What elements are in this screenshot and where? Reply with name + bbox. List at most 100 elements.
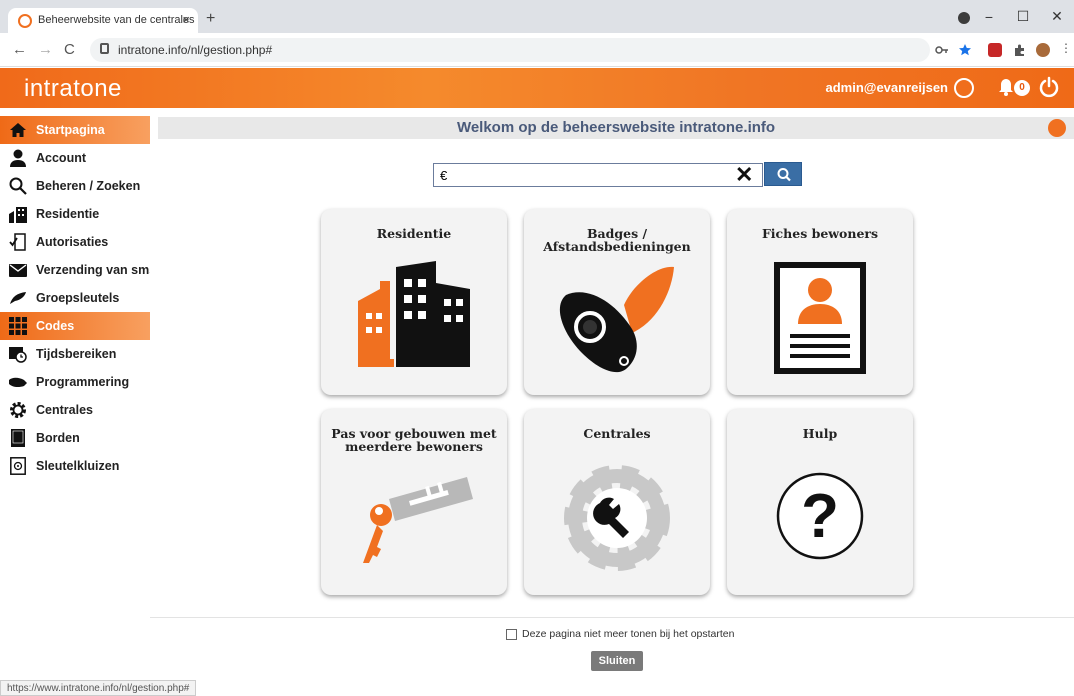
key-icon[interactable] bbox=[935, 43, 949, 57]
sidebar-item-autorisaties[interactable]: Autorisaties bbox=[0, 228, 150, 256]
sidebar-item-tijdsbereiken[interactable]: Tijdsbereiken bbox=[0, 340, 150, 368]
profile-icon[interactable] bbox=[958, 12, 970, 24]
help-face-icon[interactable] bbox=[1048, 119, 1066, 137]
sidebar-item-label: Startpagina bbox=[36, 123, 105, 137]
central-gear-icon bbox=[564, 465, 670, 571]
sidebar-item-label: Residentie bbox=[36, 207, 100, 221]
close-button[interactable]: Sluiten bbox=[591, 651, 643, 671]
envelope-icon bbox=[8, 261, 28, 279]
svg-text:?: ? bbox=[801, 482, 839, 551]
minimize-button[interactable]: − bbox=[972, 9, 1006, 25]
forward-button[interactable]: → bbox=[38, 41, 53, 58]
sidebar-item-sms[interactable]: Verzending van sms bbox=[0, 256, 150, 284]
back-button[interactable]: ← bbox=[12, 41, 27, 58]
clear-search-button[interactable]: ✕ bbox=[735, 162, 753, 188]
power-icon[interactable] bbox=[1038, 76, 1060, 98]
menu-icon[interactable]: ⋮ bbox=[1060, 41, 1072, 55]
tile-label: Residentie bbox=[376, 226, 452, 241]
new-tab-button[interactable]: + bbox=[206, 10, 215, 28]
sidebar-item-borden[interactable]: Borden bbox=[0, 424, 150, 452]
sidebar-item-label: Centrales bbox=[36, 403, 93, 417]
sidebar-item-label: Groepsleutels bbox=[36, 291, 120, 305]
user-email[interactable]: admin@evanreijsen bbox=[825, 80, 948, 95]
intratone-logo[interactable]: intratone bbox=[24, 75, 122, 103]
url-text: intratone.info/nl/gestion.php# bbox=[118, 43, 273, 57]
sidebar-item-label: Tijdsbereiken bbox=[36, 347, 117, 361]
search-button[interactable] bbox=[764, 162, 802, 186]
browser-toolbar: ← → C intratone.info/nl/gestion.php# ⋮ bbox=[0, 33, 1074, 67]
programmer-icon bbox=[8, 373, 28, 391]
address-bar[interactable]: intratone.info/nl/gestion.php# bbox=[90, 38, 930, 62]
multi-resident-pass-icon bbox=[363, 477, 473, 563]
sidebar-item-residentie[interactable]: Residentie bbox=[0, 200, 150, 228]
lock-icon bbox=[100, 43, 109, 54]
sidebar-item-groepsleutels[interactable]: Groepsleutels bbox=[0, 284, 150, 312]
person-icon bbox=[8, 149, 28, 167]
tab-close-button[interactable]: × bbox=[182, 12, 190, 27]
tile-residentie[interactable]: Residentie bbox=[321, 209, 507, 395]
pdf-extension-icon[interactable] bbox=[988, 43, 1002, 57]
dont-show-option[interactable]: Deze pagina niet meer tonen bij het opst… bbox=[506, 628, 734, 640]
tile-badges[interactable]: Badges / Afstandsbedieningen bbox=[524, 209, 710, 395]
user-icon[interactable] bbox=[954, 78, 974, 98]
sidebar-item-label: Autorisaties bbox=[36, 235, 109, 249]
page-title: Welkom op de beheerswebsite intratone.in… bbox=[456, 119, 776, 136]
buildings-icon bbox=[8, 205, 28, 223]
sidebar-item-label: Borden bbox=[36, 431, 80, 445]
help-icon: ? bbox=[776, 472, 864, 560]
key-fob-icon bbox=[8, 289, 28, 307]
search-input[interactable] bbox=[433, 163, 763, 187]
resident-card-icon bbox=[774, 262, 866, 374]
sidebar-item-label: Sleutelkluizen bbox=[36, 459, 120, 473]
panel-icon bbox=[8, 429, 28, 447]
welcome-bar: Welkom op de beheerswebsite intratone.in… bbox=[158, 117, 1074, 139]
sidebar-item-programmering[interactable]: Programmering bbox=[0, 368, 150, 396]
residence-icon bbox=[358, 261, 470, 367]
browser-tab-strip: Beheerwebsite van de centrales × + − ☐ ✕ bbox=[0, 0, 1074, 33]
tile-label: Hulp bbox=[802, 426, 838, 441]
sidebar-item-label: Verzending van sms bbox=[36, 263, 150, 277]
sidebar-item-label: Beheren / Zoeken bbox=[36, 179, 141, 193]
keypad-icon bbox=[8, 317, 28, 335]
browser-tab[interactable]: Beheerwebsite van de centrales × bbox=[8, 8, 198, 33]
reload-button[interactable]: C bbox=[64, 41, 75, 58]
notification-badge[interactable]: 0 bbox=[1014, 80, 1030, 96]
gear-icon bbox=[8, 401, 28, 419]
favicon-icon bbox=[18, 14, 32, 28]
sidebar: Startpagina Account Beheren / Zoeken Res… bbox=[0, 116, 150, 480]
sidebar-item-label: Codes bbox=[36, 319, 75, 333]
bookmark-star-icon[interactable] bbox=[958, 43, 972, 57]
search-icon bbox=[8, 177, 28, 195]
tile-pas-gebouwen[interactable]: Pas voor gebouwen met meerdere bewoners bbox=[321, 409, 507, 595]
tile-label: Badges / Afstandsbedieningen bbox=[543, 226, 691, 254]
extensions-icon[interactable] bbox=[1012, 43, 1026, 57]
sidebar-item-codes[interactable]: Codes bbox=[0, 312, 150, 340]
status-bar-url: https://www.intratone.info/nl/gestion.ph… bbox=[0, 680, 197, 696]
sidebar-item-sleutelkluizen[interactable]: Sleutelkluizen bbox=[0, 452, 150, 480]
window-controls: − ☐ ✕ bbox=[972, 0, 1074, 33]
badge-icon bbox=[559, 266, 674, 373]
close-window-button[interactable]: ✕ bbox=[1040, 8, 1074, 25]
bell-icon[interactable] bbox=[998, 78, 1014, 96]
tile-centrales[interactable]: Centrales bbox=[524, 409, 710, 595]
app-header: intratone admin@evanreijsen 0 bbox=[0, 68, 1074, 108]
search-icon bbox=[777, 168, 791, 182]
tile-fiches-bewoners[interactable]: Fiches bewoners bbox=[727, 209, 913, 395]
tile-hulp[interactable]: Hulp ? bbox=[727, 409, 913, 595]
sidebar-item-account[interactable]: Account bbox=[0, 144, 150, 172]
tile-label: Fiches bewoners bbox=[761, 226, 879, 241]
tile-label: Centrales bbox=[583, 426, 651, 441]
tab-title: Beheerwebsite van de centrales bbox=[38, 14, 195, 26]
home-icon bbox=[8, 121, 28, 139]
divider bbox=[150, 617, 1074, 618]
sidebar-item-label: Account bbox=[36, 151, 86, 165]
user-avatar-icon[interactable] bbox=[1036, 43, 1050, 57]
tile-label: Pas voor gebouwen met meerdere bewoners bbox=[331, 426, 497, 454]
sidebar-item-beheren[interactable]: Beheren / Zoeken bbox=[0, 172, 150, 200]
sidebar-item-centrales[interactable]: Centrales bbox=[0, 396, 150, 424]
calendar-clock-icon bbox=[8, 345, 28, 363]
dont-show-checkbox[interactable] bbox=[506, 628, 517, 640]
sidebar-item-label: Programmering bbox=[36, 375, 130, 389]
maximize-button[interactable]: ☐ bbox=[1006, 8, 1040, 25]
sidebar-item-startpagina[interactable]: Startpagina bbox=[0, 116, 150, 144]
